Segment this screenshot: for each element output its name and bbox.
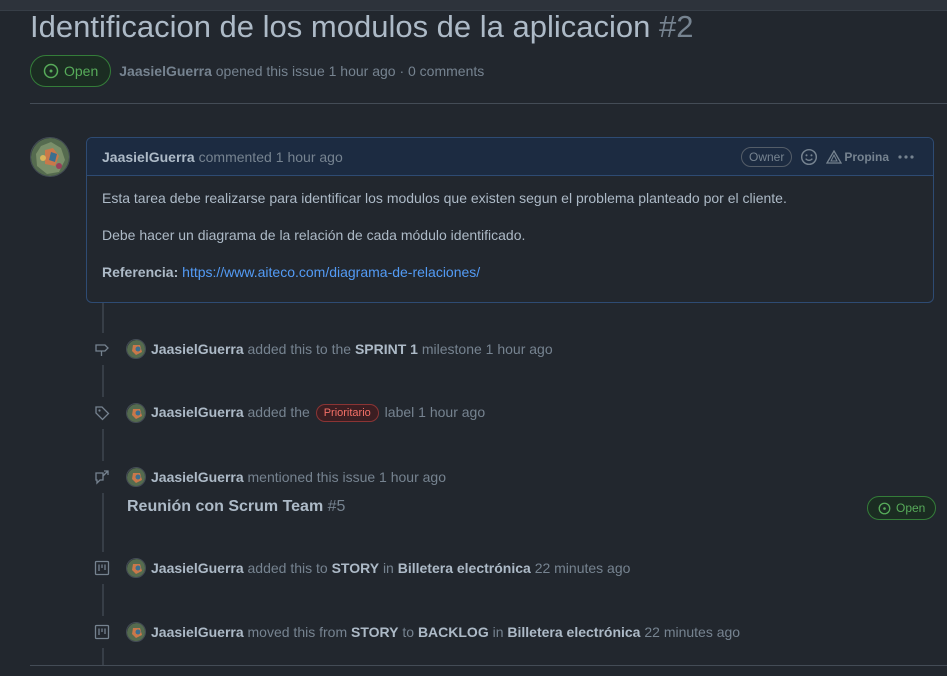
actor-link[interactable]: JaasielGuerra [151,404,244,420]
milestone-link[interactable]: SPRINT 1 [355,341,418,357]
actor-link[interactable]: JaasielGuerra [151,560,244,576]
timeline-project-move-event: JaasielGuerra moved this from STORY to B… [86,616,740,648]
avatar[interactable] [126,339,146,359]
actor-link[interactable]: JaasielGuerra [151,624,244,640]
avatar[interactable] [126,558,146,578]
issue-meta-text: JaasielGuerra opened this issue 1 hour a… [119,63,484,79]
event-text: in [492,624,504,640]
issue-open-icon [878,502,891,514]
actor-link[interactable]: JaasielGuerra [151,469,244,485]
event-time-link[interactable]: 1 hour ago [418,404,485,420]
comment-time-link[interactable]: 1 hour ago [276,149,343,165]
timeline-project-add-event: JaasielGuerra added this to STORY in Bil… [86,552,630,584]
event-time-link[interactable]: 22 minutes ago [535,560,631,576]
event-text: added the [247,403,310,420]
tip-label: Propina [844,150,889,164]
cross-reference-icon [86,461,118,493]
event-text: added this to the [247,341,352,357]
milestone-event-text: JaasielGuerra added this to the SPRINT 1… [151,341,553,357]
issue-open-icon [43,63,59,79]
project-icon [86,552,118,584]
tip-icon [826,150,843,164]
comment-reference: Referencia: https://www.aiteco.com/diagr… [102,264,918,280]
footer-divider [30,665,947,666]
avatar[interactable] [126,622,146,642]
event-text: milestone [421,341,482,357]
event-time-link[interactable]: 1 hour ago [486,341,553,357]
issue-state-badge: Open [30,55,112,87]
project-move-event-text: JaasielGuerra moved this from STORY to B… [151,624,740,640]
comment-header: JaasielGuerra commented 1 hour ago Owner… [87,138,933,176]
reference-link[interactable]: https://www.aiteco.com/diagrama-de-relac… [182,264,480,280]
event-text: to [402,624,415,640]
comment-body: Esta tarea debe realizarse para identifi… [87,176,933,294]
timeline-label-event: JaasielGuerra added the Prioritario labe… [86,397,485,429]
referenced-issue-state-badge: Open [867,496,937,520]
more-options-icon[interactable] [897,150,915,164]
comment-paragraph-2: Debe hacer un diagrama de la relación de… [102,227,526,243]
label-badge[interactable]: Prioritario [315,404,379,423]
project-column-to: BACKLOG [417,624,489,640]
owner-badge: Owner [740,147,793,167]
comment-box: JaasielGuerra commented 1 hour ago Owner… [86,137,934,303]
reference-label: Referencia: [102,264,179,280]
referenced-issue-number: #5 [327,498,346,515]
timeline-milestone-event: JaasielGuerra added this to the SPRINT 1… [86,333,553,365]
emoji-reaction-icon[interactable] [800,148,818,166]
issue-meta: Open JaasielGuerra opened this issue 1 h… [30,55,484,87]
tag-icon [86,397,118,429]
event-text: mentioned this issue [247,469,376,485]
issue-title-text: Identificacion de los modulos de la apli… [30,9,651,44]
event-text: moved this from [247,624,348,640]
referenced-issue-title: Reunión con Scrum Team [127,498,324,515]
avatar[interactable] [126,467,146,487]
project-add-event-text: JaasielGuerra added this to STORY in Bil… [151,560,630,576]
timeline-mention-event: JaasielGuerra mentioned this issue 1 hou… [86,461,446,493]
event-time-link[interactable]: 22 minutes ago [644,624,740,640]
issue-number: #2 [659,9,694,44]
event-text: label [384,403,415,420]
comment-action: commented [198,148,272,165]
comment-paragraph-1: Esta tarea debe realizarse para identifi… [102,190,787,206]
referenced-issue-link[interactable]: Reunión con Scrum Team #5 [127,498,345,516]
project-column: STORY [331,560,380,576]
header-divider [30,103,947,104]
event-text: in [382,560,394,576]
referenced-issue-state: Open [867,496,937,520]
issue-title: Identificacion de los modulos de la apli… [30,9,694,45]
project-column-from: STORY [351,624,399,640]
avatar[interactable] [126,403,146,423]
project-link[interactable]: Billetera electrónica [398,560,531,576]
milestone-icon [86,333,118,365]
comment-header-actions: Owner Propina [740,147,915,167]
comment-author-avatar[interactable] [30,137,70,177]
comment-author-link[interactable]: JaasielGuerra [102,149,195,165]
project-icon [86,616,118,648]
issue-state-label: Open [64,63,99,79]
referenced-issue-state-label: Open [896,501,926,515]
tip-button[interactable]: Propina [826,150,889,164]
project-link[interactable]: Billetera electrónica [507,624,640,640]
mention-event-text: JaasielGuerra mentioned this issue 1 hou… [151,469,446,485]
issue-opened-text: opened this issue 1 hour ago · 0 comment… [215,63,485,79]
actor-link[interactable]: JaasielGuerra [151,341,244,357]
event-text: added this to [247,560,328,576]
label-event-text: JaasielGuerra added the Prioritario labe… [151,403,485,423]
event-time-link[interactable]: 1 hour ago [379,469,446,485]
issue-author-link[interactable]: JaasielGuerra [119,63,212,79]
